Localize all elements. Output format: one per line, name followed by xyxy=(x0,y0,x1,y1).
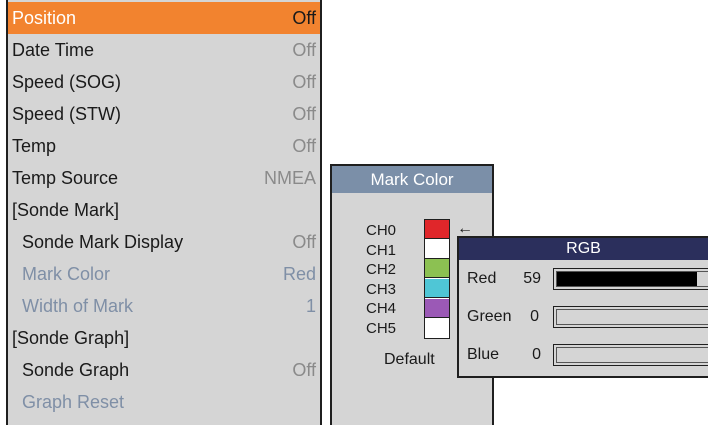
menu-item-date-time[interactable]: Date Time Off xyxy=(8,34,320,66)
menu-item-sonde-graph[interactable]: Sonde Graph Off xyxy=(8,354,320,386)
menu-item-temp[interactable]: Temp Off xyxy=(8,130,320,162)
menu-item-value: NMEA xyxy=(263,167,316,188)
menu-item-label: Temp xyxy=(12,135,57,156)
rgb-slider-fill xyxy=(557,272,697,286)
menu-item-speed-stw[interactable]: Speed (STW) Off xyxy=(8,98,320,130)
menu-item-label: Speed (SOG) xyxy=(12,71,122,92)
menu-item-label: Date Time xyxy=(12,39,95,60)
menu-item-label: Temp Source xyxy=(12,167,119,188)
color-swatch-ch5[interactable] xyxy=(425,318,449,338)
rgb-row-blue: Blue 0 xyxy=(459,340,708,370)
channel-label-ch4[interactable]: CH4 xyxy=(366,300,406,317)
menu-item-label: Mark Color xyxy=(22,263,111,284)
channel-label-ch1[interactable]: CH1 xyxy=(366,242,406,259)
rgb-channel-value: 0 xyxy=(532,346,541,363)
menu-item-label: Graph Reset xyxy=(22,391,125,412)
channel-label-ch2[interactable]: CH2 xyxy=(366,261,406,278)
menu-item-value: 1 xyxy=(305,295,316,316)
menu-item-sonde-mark-display[interactable]: Sonde Mark Display Off xyxy=(8,226,320,258)
menu-item-value: Off xyxy=(292,7,316,28)
menu-item-label: Sonde Graph xyxy=(22,359,130,380)
rgb-slider-blue[interactable] xyxy=(553,344,708,366)
rgb-channel-label: Green xyxy=(467,308,512,325)
menu-item-position[interactable]: Position Off xyxy=(8,2,320,34)
rgb-slider-red[interactable] xyxy=(553,268,708,290)
menu-item-speed-sog[interactable]: Speed (SOG) Off xyxy=(8,66,320,98)
rgb-title: RGB xyxy=(459,238,708,260)
menu-item-graph-reset: Graph Reset xyxy=(8,386,320,418)
mark-color-title: Mark Color xyxy=(332,166,492,193)
menu-item-value: Off xyxy=(292,103,316,124)
menu-item-value: Off xyxy=(292,359,316,380)
color-swatch-ch0[interactable] xyxy=(425,220,449,239)
color-swatch-ch4[interactable] xyxy=(425,298,449,318)
menu-item-width-of-mark: Width of Mark 1 xyxy=(8,290,320,322)
rgb-row-red: Red 59 xyxy=(459,264,708,294)
rgb-slider-green[interactable] xyxy=(553,306,708,328)
menu-item-label: [Sonde Graph] xyxy=(12,327,130,348)
color-swatch-ch1[interactable] xyxy=(425,239,449,259)
color-swatch-ch2[interactable] xyxy=(425,259,449,279)
rgb-channel-label: Red xyxy=(467,270,497,287)
menu-item-label: Position xyxy=(12,7,77,28)
menu-item-mark-color: Mark Color Red xyxy=(8,258,320,290)
menu-item-label: [Sonde Mark] xyxy=(12,199,120,220)
menu-item-sonde-mark[interactable]: [Sonde Mark] xyxy=(8,194,320,226)
color-swatch-ch3[interactable] xyxy=(425,279,449,299)
channel-label-ch5[interactable]: CH5 xyxy=(366,320,406,337)
settings-menu: Position Off Date Time Off Speed (SOG) Off Spe… xyxy=(6,0,322,425)
channel-label-ch0[interactable]: CH0 xyxy=(366,222,406,239)
menu-item-value: Off xyxy=(292,231,316,252)
menu-item-sonde-graph[interactable]: [Sonde Graph] xyxy=(8,322,320,354)
menu-item-temp-source[interactable]: Temp Source NMEA xyxy=(8,162,320,194)
channel-label-ch3[interactable]: CH3 xyxy=(366,281,406,298)
menu-item-label: Width of Mark xyxy=(22,295,134,316)
menu-item-label: Sonde Mark Display xyxy=(22,231,184,252)
default-button[interactable]: Default xyxy=(384,351,435,369)
menu-item-value: Off xyxy=(292,39,316,60)
menu-item-value: Off xyxy=(292,135,316,156)
menu-item-value: Red xyxy=(282,263,316,284)
rgb-channel-value: 0 xyxy=(530,308,539,325)
rgb-channel-label: Blue xyxy=(467,346,500,363)
menu-item-value: Off xyxy=(292,71,316,92)
rgb-channel-value: 59 xyxy=(523,270,541,287)
rgb-panel: RGB Red 59 Green 0 Blue 0 xyxy=(457,236,708,378)
menu-item-label: Speed (STW) xyxy=(12,103,122,124)
rgb-row-green: Green 0 xyxy=(459,302,708,332)
color-swatch-column xyxy=(424,219,450,339)
